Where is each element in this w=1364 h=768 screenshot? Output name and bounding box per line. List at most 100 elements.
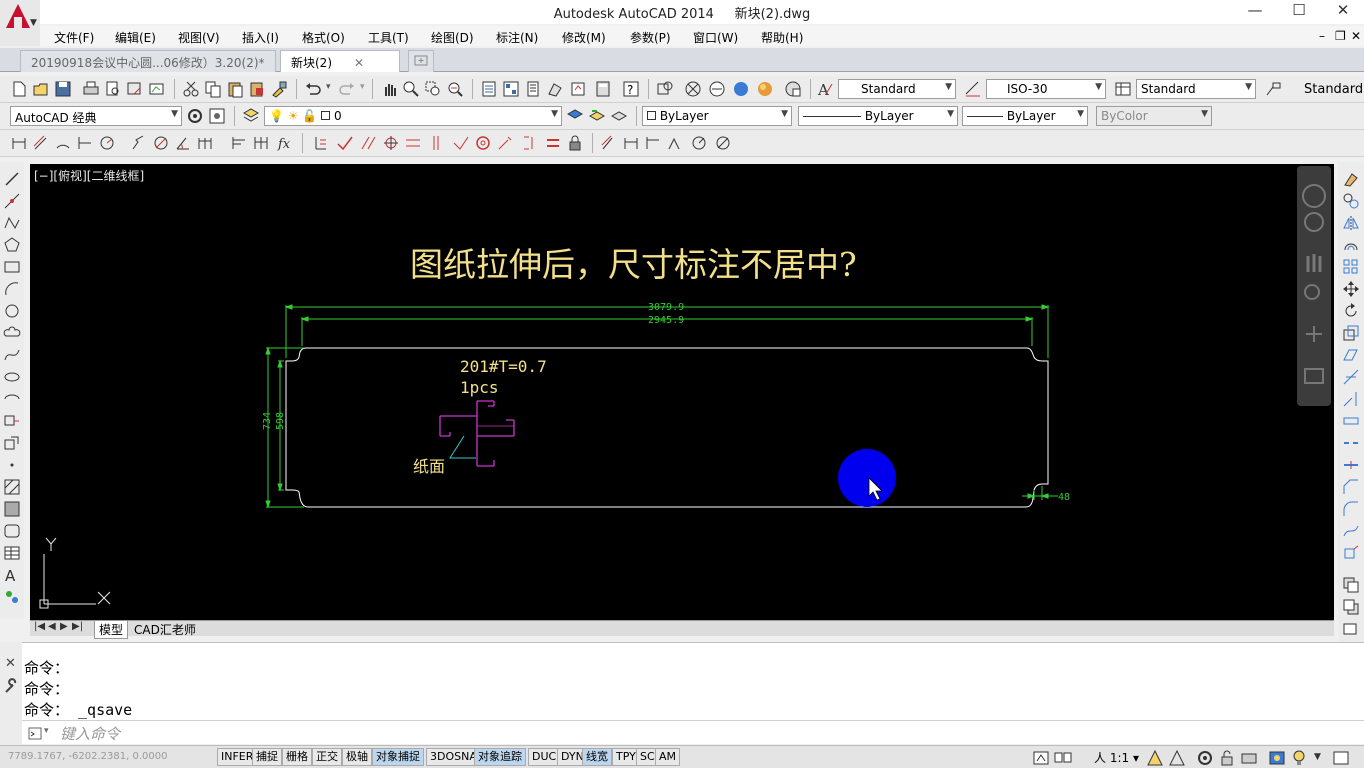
point-icon[interactable] <box>3 456 21 474</box>
arc-icon[interactable] <box>3 280 21 298</box>
application-menu-button[interactable]: ▼ <box>0 0 40 46</box>
table-icon[interactable] <box>3 544 21 562</box>
visual-style-manager-icon[interactable] <box>784 80 802 98</box>
copy-icon[interactable] <box>204 80 222 98</box>
toggle-snap[interactable]: 捕捉 <box>252 748 282 766</box>
dim-inspect-icon[interactable] <box>452 134 470 152</box>
dim-style-2-icon[interactable] <box>622 134 640 152</box>
extend-icon[interactable] <box>1342 390 1360 408</box>
menu-window[interactable]: 窗口(W) <box>693 29 738 46</box>
sheet-set-icon[interactable] <box>546 80 564 98</box>
document-tab-active[interactable]: 新块(2) ✕ <box>280 50 400 72</box>
document-tab[interactable]: 20190918会议中心圆...06修改）3.20(2)* <box>20 50 276 72</box>
mirror-icon[interactable] <box>1342 214 1360 232</box>
save-icon[interactable] <box>54 80 72 98</box>
ordinate-dimension-icon[interactable] <box>76 134 94 152</box>
toggle-lineweight[interactable]: 线宽 <box>582 748 612 766</box>
radius-dimension-icon[interactable] <box>98 134 116 152</box>
undo-icon[interactable] <box>304 80 322 98</box>
close-tab-icon[interactable]: ✕ <box>354 56 364 70</box>
zoom-previous-icon[interactable] <box>446 80 464 98</box>
join-icon[interactable] <box>1342 456 1360 474</box>
menu-help[interactable]: 帮助(H) <box>761 29 803 46</box>
toggle-am[interactable]: AM <box>655 748 681 766</box>
mdi-close-button[interactable]: ✕ <box>1351 29 1361 43</box>
erase-icon[interactable] <box>1342 170 1360 188</box>
quick-view-layouts-icon[interactable] <box>1054 749 1072 767</box>
visual-style-realistic-icon[interactable] <box>732 80 750 98</box>
layer-previous-icon[interactable] <box>588 107 606 125</box>
quick-dimension-icon[interactable] <box>196 134 214 152</box>
dimension-style-select[interactable]: ISO-30 ▼ <box>986 79 1106 99</box>
publish-icon[interactable] <box>126 80 144 98</box>
multileader-style-label[interactable]: Standard <box>1304 82 1363 97</box>
open-file-icon[interactable] <box>32 80 50 98</box>
dim-style-4-icon[interactable] <box>666 134 684 152</box>
toggle-grid[interactable]: 栅格 <box>282 748 312 766</box>
scale-icon[interactable] <box>1342 324 1360 342</box>
tolerance-icon[interactable] <box>312 134 330 152</box>
menu-tools[interactable]: 工具(T) <box>368 29 409 46</box>
revision-cloud-icon[interactable] <box>3 324 21 342</box>
match-properties-icon[interactable] <box>270 80 288 98</box>
cut-icon[interactable] <box>182 80 200 98</box>
copy-object-icon[interactable] <box>1342 192 1360 210</box>
command-input[interactable]: ▾ 键入命令 <box>22 720 1364 744</box>
redo-dropdown-icon[interactable]: ▾ <box>360 82 365 92</box>
text-style-select[interactable]: Standard ▼ <box>838 79 956 99</box>
dim-style-6-icon[interactable] <box>714 134 732 152</box>
menu-parametric[interactable]: 参数(P) <box>630 29 671 46</box>
insert-block-icon[interactable] <box>3 412 21 430</box>
properties-icon[interactable] <box>480 80 498 98</box>
table-style-icon[interactable] <box>1114 80 1132 98</box>
linear-dimension-icon[interactable] <box>10 134 28 152</box>
jogged-dimension-icon[interactable] <box>130 134 148 152</box>
visual-style-wireframe-icon[interactable] <box>684 80 702 98</box>
arc-length-icon[interactable] <box>54 134 72 152</box>
markup-icon[interactable] <box>570 80 588 98</box>
linetype-select[interactable]: ByLayer ▼ <box>798 106 958 126</box>
hatch-icon[interactable] <box>3 478 21 496</box>
print-preview-icon[interactable] <box>104 80 122 98</box>
last-layout-button[interactable]: ▶| <box>72 621 83 632</box>
zoom-realtime-icon[interactable] <box>402 80 420 98</box>
polygon-icon[interactable] <box>3 236 21 254</box>
annotation-visibility-icon[interactable] <box>1146 749 1164 767</box>
line-icon[interactable] <box>3 170 21 188</box>
dim-style-3-icon[interactable] <box>644 134 662 152</box>
mdi-restore-button[interactable]: ❐ <box>1335 29 1346 43</box>
previous-layout-button[interactable]: ◀ <box>48 621 56 632</box>
next-layout-button[interactable]: ▶ <box>60 621 68 632</box>
close-button[interactable]: ✕ <box>1320 0 1364 22</box>
model-space-icon[interactable] <box>1032 749 1050 767</box>
ellipse-arc-icon[interactable] <box>3 390 21 408</box>
pan-icon[interactable] <box>380 80 398 98</box>
circle-icon[interactable] <box>474 134 492 152</box>
3d-orbit-icon[interactable] <box>656 80 674 98</box>
make-block-icon[interactable] <box>3 434 21 452</box>
wrench-icon[interactable] <box>2 678 20 696</box>
auto-scale-icon[interactable] <box>1168 749 1186 767</box>
chamfer-icon[interactable] <box>1342 478 1360 496</box>
paste-block-icon[interactable] <box>248 80 266 98</box>
rotate-icon[interactable] <box>1342 302 1360 320</box>
drawing-canvas[interactable]: [−][俯视][二维线框] 图纸拉伸后，尺寸标注不居中? 3079.9 2945… <box>30 164 1334 620</box>
ellipse-icon[interactable] <box>3 368 21 386</box>
visual-style-conceptual-icon[interactable] <box>756 80 774 98</box>
rectangle-icon[interactable] <box>3 258 21 276</box>
layer-state-icon[interactable] <box>610 107 628 125</box>
paste-icon[interactable] <box>226 80 244 98</box>
menu-insert[interactable]: 插入(I) <box>242 29 279 46</box>
tab-layout[interactable]: CAD汇老师 <box>134 621 196 638</box>
new-tab-button[interactable] <box>408 50 434 72</box>
dim-style-5-icon[interactable] <box>690 134 708 152</box>
lineweight-select[interactable]: ByLayer ▼ <box>962 106 1088 126</box>
offset-icon[interactable] <box>1342 236 1360 254</box>
dim-space-icon[interactable] <box>404 134 422 152</box>
maximize-button[interactable]: ☐ <box>1276 0 1322 22</box>
isolate-objects-icon[interactable] <box>1268 749 1286 767</box>
dim-check-icon[interactable] <box>336 134 354 152</box>
move-icon[interactable] <box>1342 280 1360 298</box>
menu-format[interactable]: 格式(O) <box>302 29 345 46</box>
mdi-minimize-button[interactable]: – <box>1319 29 1325 43</box>
